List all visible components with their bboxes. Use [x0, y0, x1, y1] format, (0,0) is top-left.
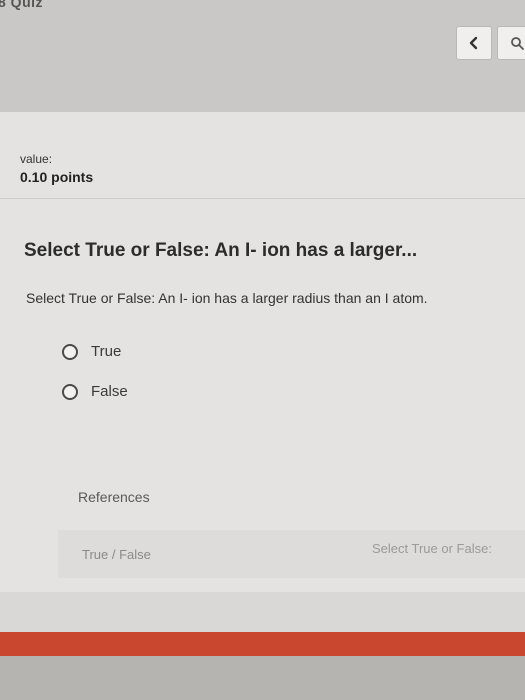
top-toolbar [0, 0, 525, 112]
option-false[interactable]: False [62, 383, 128, 400]
points-value: 0.10 points [20, 169, 94, 185]
question-title: Select True or False: An I- ion has a la… [24, 240, 418, 261]
footer-area [0, 592, 525, 632]
quiz-label: 8 Quiz [0, 0, 44, 10]
radio-button-false[interactable] [62, 383, 78, 400]
option-true[interactable]: True [62, 343, 121, 360]
option-label-true: True [91, 343, 122, 360]
reference-type: True / False [82, 547, 151, 562]
option-label-false: False [91, 383, 128, 400]
question-value-box: value: 0.10 points [0, 138, 525, 194]
value-label: value: [20, 152, 53, 166]
previous-question-button[interactable] [456, 26, 492, 60]
reference-title: Select True or False: [372, 541, 492, 556]
search-icon [510, 36, 524, 50]
accent-bar [0, 632, 525, 656]
bottom-strip [0, 656, 525, 700]
chevron-left-icon [468, 36, 480, 50]
question-prompt: Select True or False: An I- ion has a la… [26, 290, 428, 306]
references-link[interactable]: References [78, 489, 150, 505]
radio-button-true[interactable] [62, 343, 78, 360]
search-button[interactable] [497, 26, 525, 60]
divider [0, 198, 525, 199]
